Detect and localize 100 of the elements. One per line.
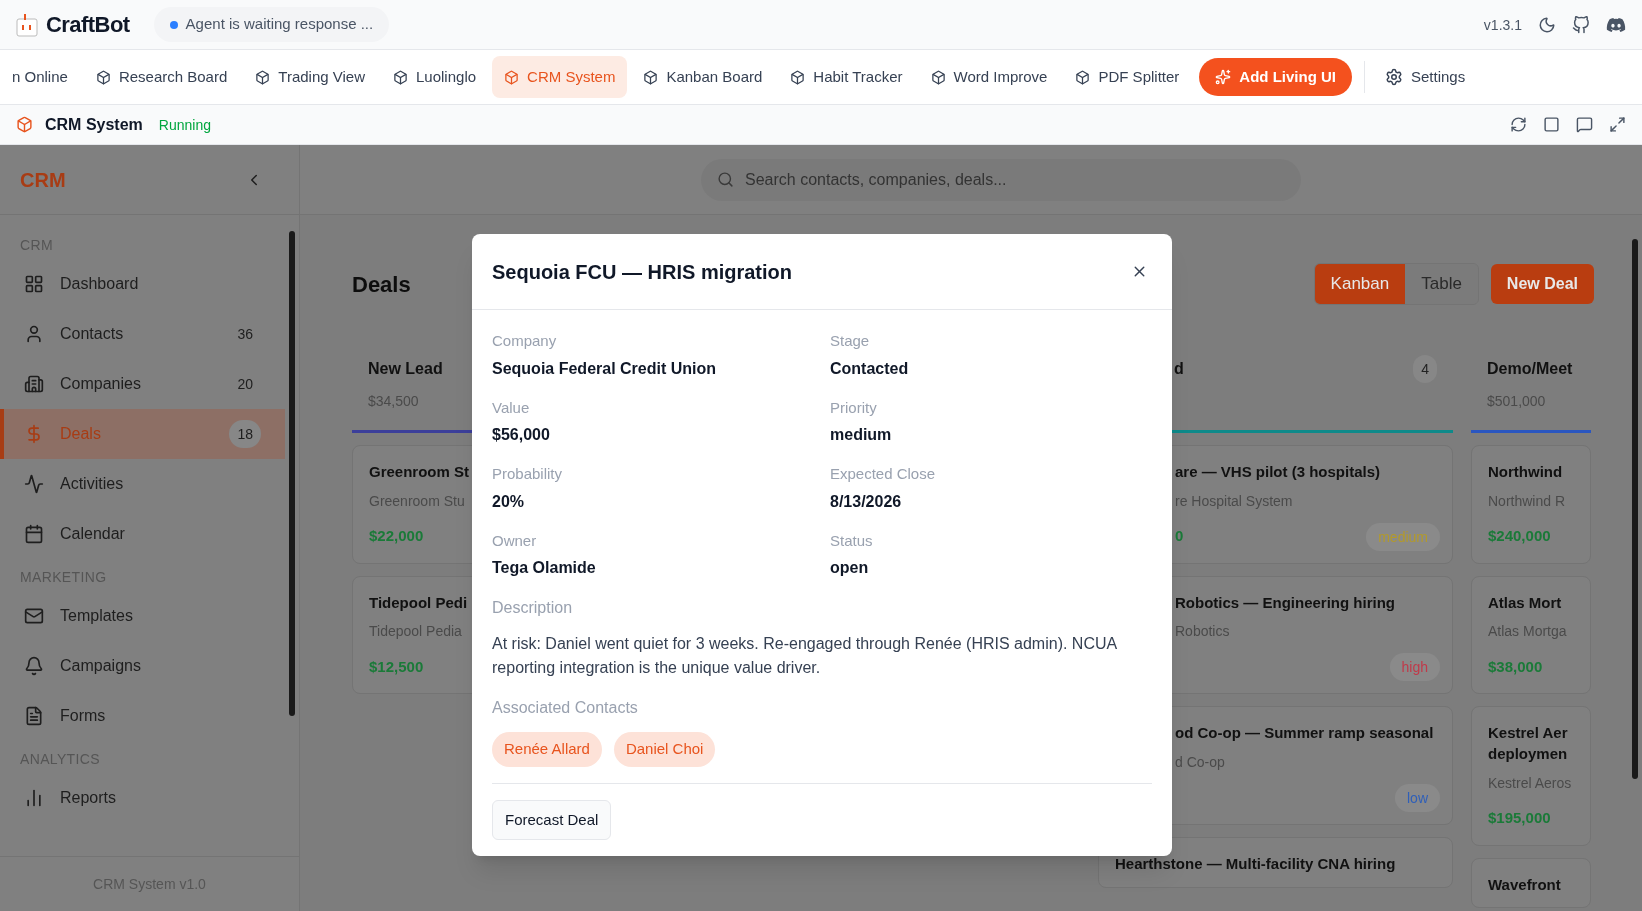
dark-mode-icon[interactable] [1538, 15, 1556, 34]
app-tab[interactable]: Word Improve [918, 55, 1060, 99]
sidebar-item[interactable]: Forms [0, 691, 285, 741]
field-label: Status [830, 530, 874, 551]
column-title: d [1174, 359, 1184, 379]
sidebar-item[interactable]: Contacts 36 [0, 309, 285, 359]
app-tab[interactable]: Trading View [243, 55, 377, 99]
deal-value: $38,000 [1488, 657, 1543, 677]
priority-badge: low [1395, 783, 1440, 812]
field-label: Expected Close [830, 464, 937, 484]
cube-icon [393, 69, 408, 85]
deal-title: Greenroom St [369, 462, 470, 482]
settings-button[interactable]: Settings [1377, 57, 1474, 97]
app-tab[interactable]: Habit Tracker [778, 55, 915, 99]
view-toggle[interactable]: Kanban [1314, 264, 1406, 304]
deal-card[interactable]: Hearthstone — Multi-facility CNA hiring [1098, 836, 1453, 888]
sidebar-item[interactable]: Companies 20 [0, 359, 285, 409]
deal-value: $12,500 [369, 657, 424, 677]
deal-title: Hearthstone — Multi-facility CNA hiring [1115, 853, 1396, 874]
deal-card[interactable]: Wavefront [1471, 857, 1591, 909]
settings-icon [1385, 68, 1403, 86]
field-label: Value [492, 397, 531, 418]
field-value: Sequoia Federal Credit Union [492, 358, 718, 379]
pulse-icon [24, 474, 44, 494]
cube-icon [255, 69, 271, 85]
column-title: New Lead [368, 359, 443, 379]
app-tab[interactable]: Luolinglo [381, 55, 489, 99]
window-icon[interactable] [1543, 116, 1560, 133]
new-deal-button[interactable]: New Deal [1490, 264, 1594, 304]
deal-title: Tidepool Pedi [369, 592, 468, 613]
priority-badge: medium [1366, 522, 1440, 551]
field-label: Associated Contacts [492, 698, 639, 718]
field-value: Contacted [830, 358, 910, 379]
sidebar-item[interactable]: Reports [0, 773, 285, 823]
cube-icon [790, 69, 806, 85]
deal-title: Robotics — Engineering hiring [1175, 592, 1395, 613]
deal-value: 0 [1175, 526, 1184, 547]
contact-chip[interactable]: Renée Allard [492, 732, 602, 767]
app-logo-text: CraftBot [46, 11, 130, 39]
page-title: Deals [352, 270, 411, 299]
cube-icon [1075, 69, 1091, 85]
cube-icon [16, 116, 33, 133]
deal-title: Atlas Mort [1488, 592, 1562, 613]
version-label: v1.3.1 [1483, 15, 1522, 35]
deal-value: $22,000 [369, 526, 424, 547]
chat-icon[interactable] [1576, 116, 1593, 133]
mail-icon [24, 606, 44, 626]
sidebar-item[interactable]: Dashboard [0, 259, 285, 309]
agent-status-pill: Agent is waiting response ... [153, 7, 390, 42]
app-tab[interactable]: PDF Splitter [1063, 55, 1192, 99]
building-icon [24, 374, 44, 394]
app-tab[interactable]: CRM System [492, 55, 628, 99]
deal-title: Northwind [1488, 462, 1563, 482]
document-icon [24, 706, 44, 726]
deal-value: $240,000 [1488, 526, 1551, 547]
sidebar-item[interactable]: Templates [0, 591, 285, 641]
field-label: Company [492, 331, 558, 351]
sidebar-item[interactable]: Activities [0, 459, 285, 509]
search-icon [717, 170, 734, 188]
field-value: 8/13/2026 [830, 491, 903, 512]
app-tab[interactable]: n Online [0, 55, 80, 99]
bar-chart-icon [24, 788, 44, 808]
priority-badge: high [1389, 653, 1440, 682]
deal-value: $195,000 [1488, 808, 1551, 829]
deal-title: are — VHS pilot (3 hospitals) [1175, 462, 1381, 482]
sidebar-title: CRM [20, 167, 66, 193]
field-value: Tega Olamide [492, 558, 597, 578]
field-label: Description [492, 598, 574, 618]
contact-chip[interactable]: Daniel Choi [613, 732, 716, 767]
field-label: Probability [492, 464, 564, 484]
app-title: CRM System [45, 114, 143, 135]
cube-icon [643, 69, 659, 85]
calendar-icon [24, 524, 44, 544]
field-label: Owner [492, 530, 538, 551]
sidebar-item[interactable]: Campaigns [0, 641, 285, 691]
sidebar-item[interactable]: Deals 18 [0, 409, 285, 459]
field-value: medium [830, 425, 893, 445]
expand-icon[interactable] [1609, 116, 1626, 133]
dialog-title: Sequoia FCU — HRIS migration [492, 259, 793, 285]
github-icon[interactable] [1572, 15, 1590, 34]
bell-icon [24, 656, 44, 676]
app-tab[interactable]: Kanban Board [631, 55, 775, 99]
cube-icon [95, 69, 111, 85]
grid-icon [24, 274, 44, 294]
forecast-deal-button[interactable]: Forecast Deal [492, 799, 612, 840]
column-title: Demo/Meet [1487, 359, 1573, 379]
cube-icon [504, 69, 520, 85]
refresh-icon[interactable] [1510, 116, 1527, 133]
add-living-ui-button[interactable]: Add Living UI [1199, 57, 1352, 97]
field-value: $56,000 [492, 425, 551, 445]
item-count: 20 [236, 375, 254, 394]
field-label: Priority [830, 397, 878, 418]
item-count: 36 [236, 325, 254, 344]
sidebar-item[interactable]: Calendar [0, 509, 285, 559]
search-field[interactable]: Search contacts, companies, deals... [701, 158, 1301, 201]
app-tab[interactable]: Research Board [83, 55, 240, 99]
deal-title: Wavefront [1488, 874, 1561, 895]
robot-logo-icon [16, 12, 38, 37]
cube-icon [930, 69, 946, 85]
count-badge: 18 [229, 420, 261, 448]
